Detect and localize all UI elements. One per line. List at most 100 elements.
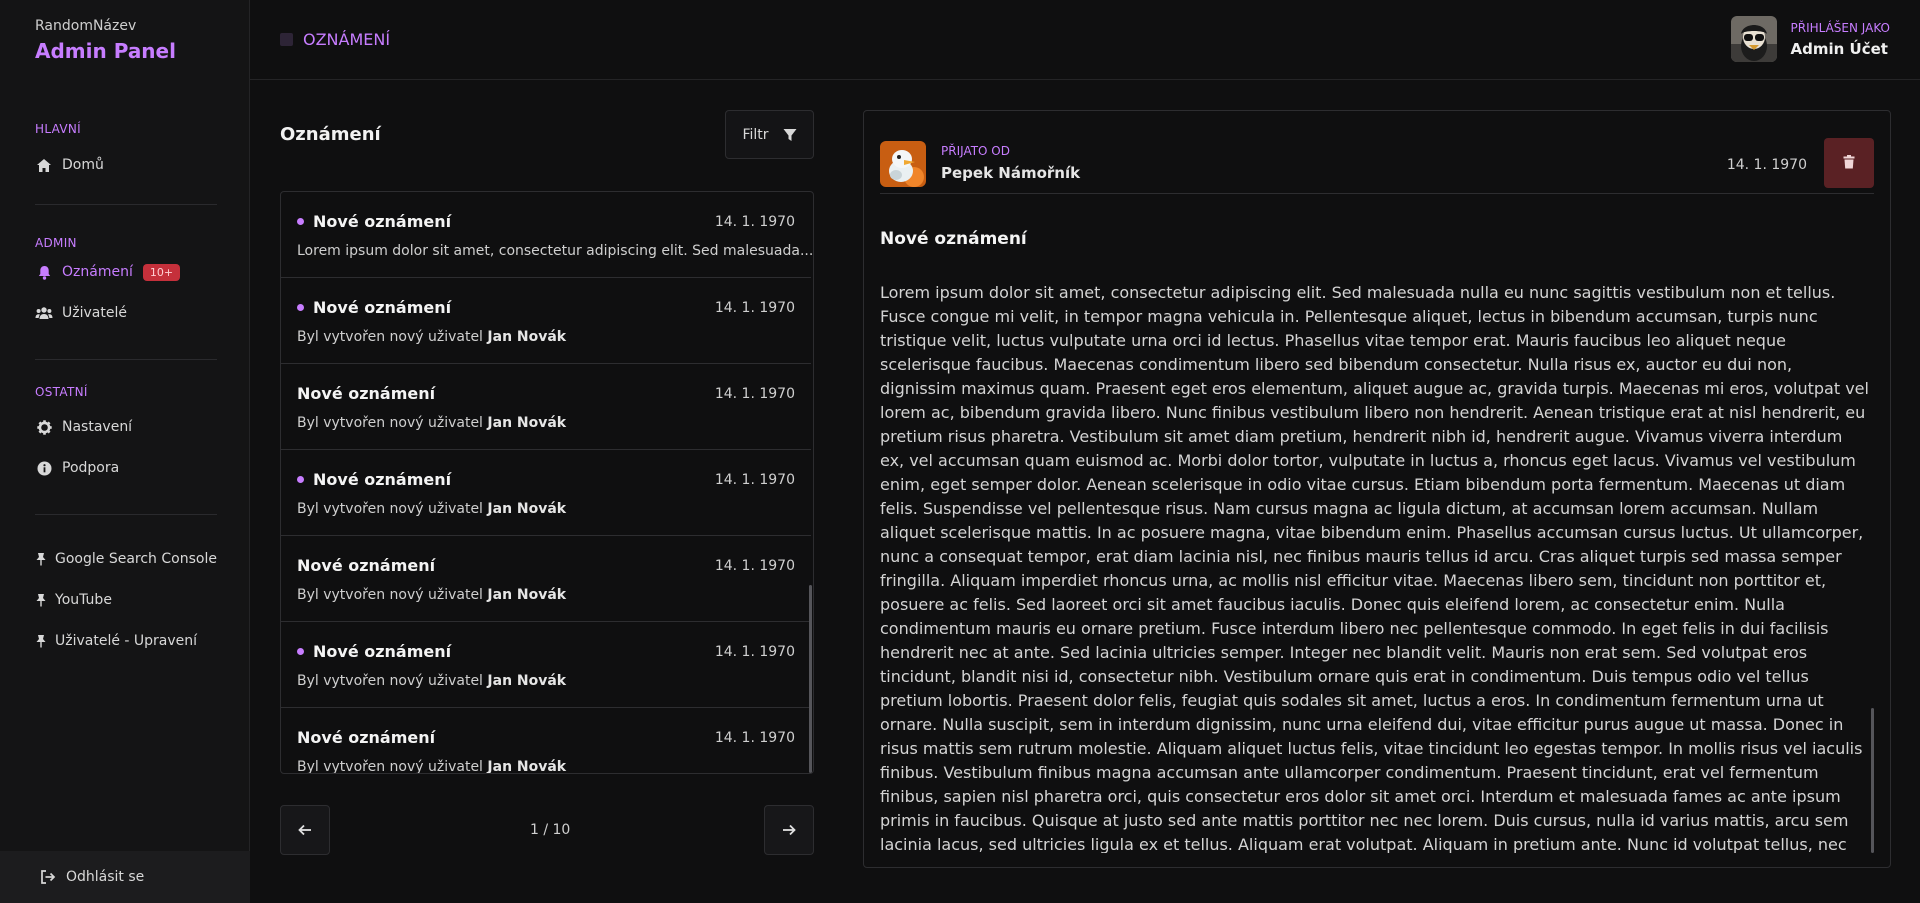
preview-user: Jan Novák: [487, 415, 567, 431]
sidebar-pinned-youtube[interactable]: YouTube: [35, 585, 112, 615]
notification-title-row: Nové oznámení: [297, 384, 435, 403]
brand-title[interactable]: Admin Panel: [35, 39, 176, 63]
arrow-right-icon: [782, 821, 796, 840]
breadcrumb-square-icon: [280, 33, 293, 46]
section-label-other: OSTATNÍ: [35, 385, 88, 399]
home-icon: [35, 156, 53, 174]
sidebar-item-label: Oznámení: [62, 264, 133, 280]
list-item[interactable]: Nové oznámení 14. 1. 1970 Byl vytvořen n…: [281, 708, 811, 774]
preview-user: Jan Novák: [487, 501, 567, 517]
notification-date: 14. 1. 1970: [714, 300, 795, 316]
list-scrollbar-thumb[interactable]: [809, 585, 812, 773]
pin-icon: [35, 632, 47, 650]
logged-in-label: PŘIHLÁŠEN JAKO: [1790, 20, 1891, 35]
filter-button[interactable]: Filtr: [725, 110, 814, 159]
notification-title: Nové oznámení: [297, 728, 436, 747]
notification-title-row: Nové oznámení: [297, 728, 435, 747]
notification-title: Nové oznámení: [297, 384, 436, 403]
pinned-link-label: Uživatelé - Upravení: [55, 633, 198, 649]
notification-preview: Byl vytvořen nový uživatel Jan Novák: [297, 501, 566, 517]
bell-icon: [35, 263, 53, 281]
notification-preview: Lorem ipsum dolor sit amet, consectetur …: [297, 243, 814, 259]
info-icon: [35, 459, 53, 477]
logout-icon: [40, 870, 56, 884]
notification-title: Nové oznámení: [313, 642, 452, 661]
notification-title-row: Nové oznámení: [297, 556, 435, 575]
received-from-label: PŘIJATO OD: [941, 144, 1010, 158]
breadcrumb: OZNÁMENÍ: [280, 30, 390, 49]
previous-page-button[interactable]: [280, 805, 330, 855]
sidebar-divider: [35, 204, 217, 205]
list-item[interactable]: Nové oznámení 14. 1. 1970 Byl vytvořen n…: [281, 450, 811, 536]
avatar: [880, 141, 926, 187]
preview-text: Byl vytvořen nový uživatel: [297, 329, 483, 345]
notification-title-row: Nové oznámení: [297, 298, 451, 317]
users-icon: [35, 304, 53, 322]
list-item[interactable]: Nové oznámení 14. 1. 1970 Byl vytvořen n…: [281, 278, 811, 364]
avatar: [1730, 16, 1777, 62]
detail-header: PŘIJATO OD Pepek Námořník 14. 1. 1970: [880, 127, 1874, 194]
notification-preview: Byl vytvořen nový uživatel Jan Novák: [297, 329, 566, 345]
arrow-left-icon: [298, 821, 312, 840]
notification-date: 14. 1. 1970: [714, 214, 795, 230]
sidebar-item-home[interactable]: Domů: [35, 150, 104, 180]
brand-name: RandomNázev: [35, 18, 137, 34]
trash-icon: [1843, 154, 1855, 173]
breadcrumb-label: OZNÁMENÍ: [303, 30, 391, 49]
notification-detail: PŘIJATO OD Pepek Námořník 14. 1. 1970 No…: [863, 110, 1891, 868]
preview-text: Byl vytvořen nový uživatel: [297, 673, 483, 689]
sender-name: Pepek Námořník: [941, 164, 1081, 182]
sidebar-item-notifications[interactable]: Oznámení 10+: [35, 257, 181, 287]
detail-scrollbar[interactable]: [1871, 281, 1874, 853]
pin-icon: [35, 550, 47, 568]
preview-text: Byl vytvořen nový uživatel: [297, 759, 483, 774]
notification-list[interactable]: Nové oznámení 14. 1. 1970 Lorem ipsum do…: [280, 191, 814, 774]
notification-date: 14. 1. 1970: [714, 644, 795, 660]
section-label-main: HLAVNÍ: [35, 122, 81, 136]
gear-icon: [35, 418, 53, 436]
detail-scrollbar-thumb[interactable]: [1871, 708, 1874, 853]
list-scrollbar[interactable]: [809, 192, 813, 773]
notification-date: 14. 1. 1970: [714, 472, 795, 488]
notification-title-row: Nové oznámení: [297, 470, 451, 489]
sidebar-item-label: Nastavení: [62, 419, 133, 435]
sidebar-pinned-users-edited[interactable]: Uživatelé - Upravení: [35, 626, 197, 656]
next-page-button[interactable]: [764, 805, 814, 855]
detail-title: Nové oznámení: [880, 229, 1027, 249]
sidebar-item-support[interactable]: Podpora: [35, 453, 119, 483]
notification-date: 14. 1. 1970: [714, 386, 795, 402]
list-item[interactable]: Nové oznámení 14. 1. 1970 Byl vytvořen n…: [281, 364, 811, 450]
notification-title: Nové oznámení: [313, 470, 452, 489]
list-title: Oznámení: [280, 124, 381, 145]
logout-button[interactable]: Odhlásit se: [0, 851, 250, 903]
sidebar: RandomNázev Admin Panel HLAVNÍ Domů ADMI…: [0, 0, 250, 903]
preview-user: Jan Novák: [487, 329, 567, 345]
unread-dot-icon: [297, 304, 304, 311]
preview-user: Jan Novák: [487, 587, 567, 603]
pinned-link-label: YouTube: [55, 592, 112, 608]
unread-dot-icon: [297, 648, 304, 655]
notification-preview: Byl vytvořen nový uživatel Jan Novák: [297, 673, 566, 689]
section-label-admin: ADMIN: [35, 236, 77, 250]
list-item[interactable]: Nové oznámení 14. 1. 1970 Byl vytvořen n…: [281, 622, 811, 708]
sidebar-item-label: Uživatelé: [62, 305, 127, 321]
preview-user: Jan Novák: [487, 673, 567, 689]
unread-dot-icon: [297, 476, 304, 483]
sidebar-item-users[interactable]: Uživatelé: [35, 298, 127, 328]
unread-dot-icon: [297, 218, 304, 225]
notification-title: Nové oznámení: [313, 212, 452, 231]
filter-icon: [783, 128, 797, 142]
sidebar-item-settings[interactable]: Nastavení: [35, 412, 132, 442]
notification-title: Nové oznámení: [297, 556, 436, 575]
current-user[interactable]: PŘIHLÁŠEN JAKO Admin Účet: [1730, 16, 1891, 62]
preview-text: Byl vytvořen nový uživatel: [297, 415, 483, 431]
list-item[interactable]: Nové oznámení 14. 1. 1970 Byl vytvořen n…: [281, 536, 811, 622]
notification-preview: Byl vytvořen nový uživatel Jan Novák: [297, 415, 566, 431]
user-name: Admin Účet: [1790, 39, 1888, 58]
notification-title: Nové oznámení: [313, 298, 452, 317]
notification-preview: Byl vytvořen nový uživatel Jan Novák: [297, 759, 566, 774]
notifications-badge: 10+: [142, 263, 181, 281]
sidebar-pinned-google-search-console[interactable]: Google Search Console: [35, 544, 217, 574]
list-item[interactable]: Nové oznámení 14. 1. 1970 Lorem ipsum do…: [281, 192, 814, 278]
delete-button[interactable]: [1824, 138, 1874, 188]
